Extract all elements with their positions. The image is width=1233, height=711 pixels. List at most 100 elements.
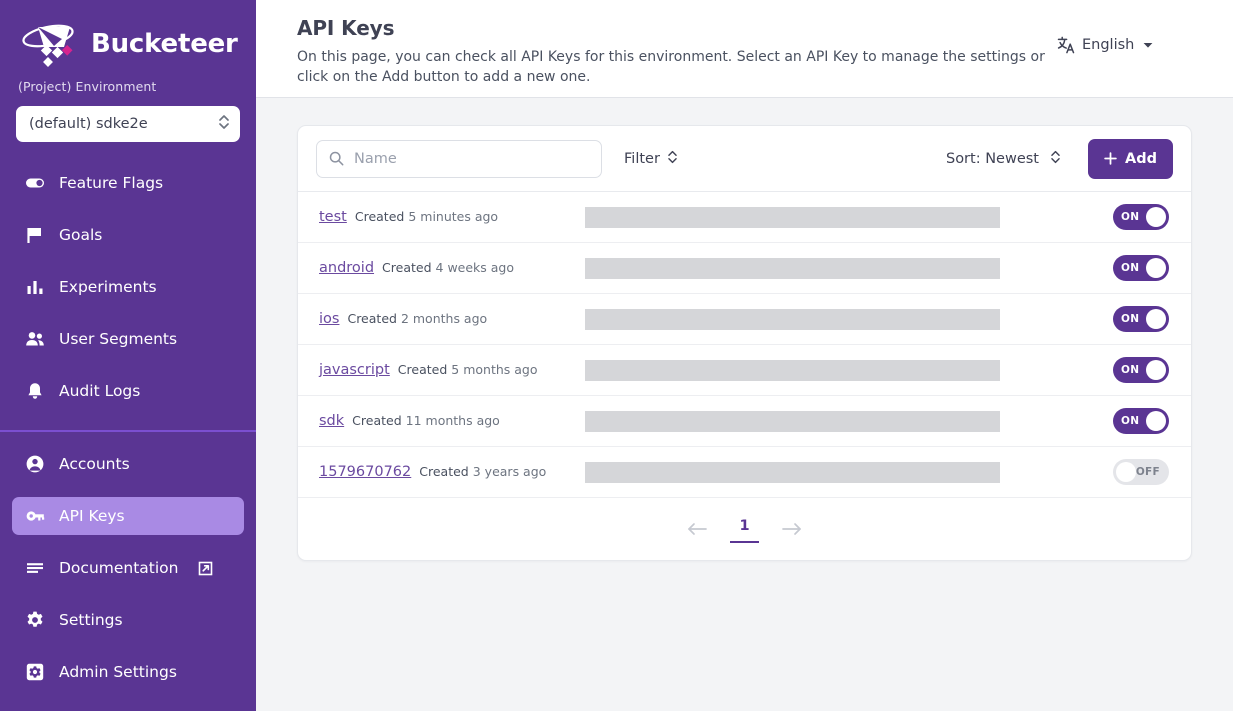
content-area: Filter Sort: Newest bbox=[256, 98, 1233, 711]
sidebar-item-label: Settings bbox=[59, 611, 123, 629]
language-selector[interactable]: English bbox=[1057, 36, 1153, 54]
sidebar-nav-primary: Feature Flags Goals Experiments User Seg… bbox=[0, 164, 256, 410]
api-key-masked-value bbox=[585, 257, 1000, 279]
sidebar-item-experiments[interactable]: Experiments bbox=[12, 268, 244, 306]
created-time: 3 years ago bbox=[472, 464, 547, 479]
api-key-masked-value bbox=[585, 308, 1000, 330]
created-label: Created bbox=[397, 362, 448, 377]
toggle-state-label: ON bbox=[1121, 313, 1140, 325]
api-key-masked-value bbox=[585, 206, 1000, 228]
sidebar-item-documentation[interactable]: Documentation bbox=[12, 549, 244, 587]
table-row[interactable]: android Created 4 weeks ago ON bbox=[298, 243, 1191, 294]
page-header-text: API Keys On this page, you can check all… bbox=[297, 16, 1057, 88]
api-keys-table: test Created 5 minutes ago ON android Cr… bbox=[298, 192, 1191, 498]
pagination: 1 bbox=[298, 498, 1191, 560]
table-row[interactable]: sdk Created 11 months ago ON bbox=[298, 396, 1191, 447]
table-row[interactable]: ios Created 2 months ago ON bbox=[298, 294, 1191, 345]
filter-button[interactable]: Filter bbox=[624, 149, 678, 169]
api-key-toggle[interactable]: OFF bbox=[1113, 459, 1169, 485]
language-label: English bbox=[1082, 37, 1135, 53]
sidebar-item-accounts[interactable]: Accounts bbox=[12, 445, 244, 483]
page-title: API Keys bbox=[297, 16, 395, 40]
table-row[interactable]: javascript Created 5 months ago ON bbox=[298, 345, 1191, 396]
api-key-masked-value bbox=[585, 410, 1000, 432]
sidebar-item-label: Feature Flags bbox=[59, 174, 164, 192]
row-key-cell bbox=[585, 257, 1073, 279]
plus-icon bbox=[1104, 152, 1117, 165]
row-toggle-cell: ON bbox=[1073, 408, 1173, 434]
sort-label: Sort: Newest bbox=[945, 150, 1039, 167]
created-label: Created bbox=[419, 464, 469, 479]
api-key-toggle[interactable]: ON bbox=[1113, 204, 1169, 230]
row-name-cell: test Created 5 minutes ago bbox=[319, 209, 585, 225]
api-key-toggle[interactable]: ON bbox=[1113, 255, 1169, 281]
sidebar-item-audit-logs[interactable]: Audit Logs bbox=[12, 372, 244, 410]
sidebar-item-label: Experiments bbox=[59, 278, 157, 296]
users-icon bbox=[25, 329, 45, 349]
sidebar-item-admin-settings[interactable]: Admin Settings bbox=[12, 653, 244, 691]
table-row[interactable]: test Created 5 minutes ago ON bbox=[298, 192, 1191, 243]
api-key-link[interactable]: ios bbox=[319, 311, 339, 327]
environment-select-value: (default) sdke2e bbox=[29, 116, 148, 132]
api-keys-card: Filter Sort: Newest bbox=[297, 125, 1192, 561]
api-key-masked-value bbox=[585, 359, 1000, 381]
sort-button[interactable]: Sort: Newest bbox=[946, 149, 1061, 169]
sidebar-divider bbox=[0, 430, 256, 432]
api-key-link[interactable]: android bbox=[319, 260, 374, 276]
row-toggle-cell: ON bbox=[1073, 255, 1173, 281]
search-box[interactable] bbox=[316, 139, 602, 178]
main-area: API Keys On this page, you can check all… bbox=[256, 0, 1233, 711]
api-key-toggle[interactable]: ON bbox=[1113, 357, 1169, 383]
arrow-right-icon[interactable] bbox=[781, 519, 803, 539]
app-root: Bucketeer (Project) Environment (default… bbox=[0, 0, 1233, 711]
api-key-toggle[interactable]: ON bbox=[1113, 306, 1169, 332]
table-row[interactable]: 1579670762 Created 3 years ago OFF bbox=[298, 447, 1191, 498]
sidebar-item-label: Accounts bbox=[59, 455, 130, 473]
row-toggle-cell: OFF bbox=[1073, 459, 1173, 485]
api-key-toggle[interactable]: ON bbox=[1113, 408, 1169, 434]
api-key-link[interactable]: 1579670762 bbox=[319, 464, 411, 480]
toggle-state-label: ON bbox=[1121, 211, 1140, 223]
bell-icon bbox=[25, 381, 45, 401]
row-key-cell bbox=[585, 206, 1073, 228]
row-key-cell bbox=[585, 461, 1073, 483]
translate-icon bbox=[1057, 36, 1075, 54]
filter-label: Filter bbox=[624, 150, 660, 167]
bar-chart-icon bbox=[25, 277, 45, 297]
arrow-left-icon[interactable] bbox=[686, 519, 708, 539]
external-link-icon bbox=[198, 561, 213, 576]
sidebar-item-label: Documentation bbox=[59, 559, 179, 577]
gear-icon bbox=[25, 610, 45, 630]
admin-gear-icon bbox=[25, 662, 45, 682]
environment-select[interactable]: (default) sdke2e bbox=[16, 106, 240, 142]
search-input[interactable] bbox=[354, 150, 589, 167]
toggle-state-label: ON bbox=[1121, 364, 1140, 376]
brand[interactable]: Bucketeer bbox=[0, 0, 256, 78]
api-key-link[interactable]: javascript bbox=[319, 362, 390, 378]
row-toggle-cell: ON bbox=[1073, 357, 1173, 383]
toggle-knob bbox=[1146, 360, 1166, 380]
created-label: Created bbox=[382, 260, 432, 275]
sidebar-item-feature-flags[interactable]: Feature Flags bbox=[12, 164, 244, 202]
search-icon bbox=[329, 151, 344, 166]
sidebar-item-api-keys[interactable]: API Keys bbox=[12, 497, 244, 535]
chevron-updown-icon bbox=[667, 149, 678, 169]
pagination-page-1[interactable]: 1 bbox=[730, 516, 759, 543]
created-label: Created bbox=[352, 413, 402, 428]
api-key-link[interactable]: sdk bbox=[319, 413, 344, 429]
api-key-link[interactable]: test bbox=[319, 209, 347, 225]
row-name-cell: sdk Created 11 months ago bbox=[319, 413, 585, 429]
row-key-cell bbox=[585, 308, 1073, 330]
sidebar-item-user-segments[interactable]: User Segments bbox=[12, 320, 244, 358]
toggle-knob bbox=[1146, 207, 1166, 227]
toggle-knob bbox=[1146, 258, 1166, 278]
toggle-knob bbox=[1146, 411, 1166, 431]
flag-icon bbox=[25, 225, 45, 245]
api-key-masked-value bbox=[585, 461, 1000, 483]
sidebar-item-goals[interactable]: Goals bbox=[12, 216, 244, 254]
row-toggle-cell: ON bbox=[1073, 306, 1173, 332]
caret-down-icon bbox=[1143, 42, 1153, 49]
sidebar-item-settings[interactable]: Settings bbox=[12, 601, 244, 639]
add-button[interactable]: Add bbox=[1088, 138, 1173, 179]
sidebar-nav-secondary: Accounts API Keys Documentation Settings… bbox=[0, 445, 256, 691]
